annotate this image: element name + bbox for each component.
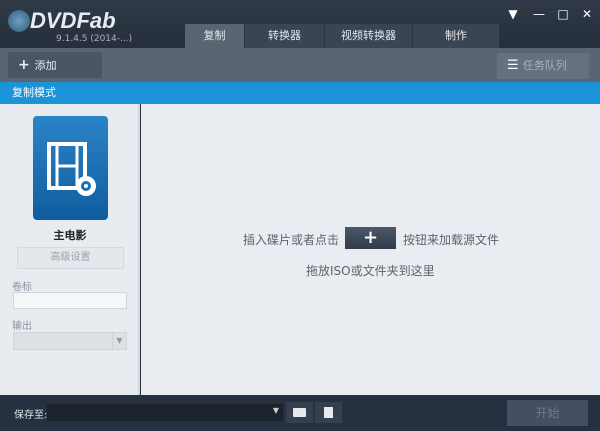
folder-icon: [293, 408, 306, 417]
add-source-button[interactable]: +: [345, 227, 396, 249]
save-path-input[interactable]: ▼: [47, 404, 283, 421]
film-disc-icon: [47, 142, 96, 196]
browse-folder-button[interactable]: [286, 402, 313, 423]
app-version: 9.1.4.5 (2014-...): [56, 34, 133, 44]
output-select[interactable]: ▼: [13, 332, 127, 350]
tab-video-converter[interactable]: 视频转换器: [325, 24, 413, 48]
save-iso-button[interactable]: [315, 402, 342, 423]
volume-input[interactable]: [13, 292, 127, 309]
task-queue-button[interactable]: ☰ 任务队列: [497, 53, 589, 79]
hint-after: 按钮来加载源文件: [403, 233, 500, 247]
tab-creator[interactable]: 制作: [413, 24, 500, 48]
chevron-down-icon: ▼: [112, 333, 126, 349]
mode-bar: 复制模式: [0, 82, 600, 104]
start-button[interactable]: 开始: [507, 400, 588, 426]
save-to-label: 保存至:: [14, 410, 48, 421]
tab-converter[interactable]: 转换器: [245, 24, 325, 48]
chevron-down-icon[interactable]: ▼: [273, 406, 279, 415]
add-label: 添加: [34, 59, 57, 72]
tab-copy[interactable]: 复制: [185, 24, 245, 48]
app-logo-icon: [8, 10, 30, 32]
menu-dropdown-button[interactable]: ▼: [504, 6, 522, 22]
mode-name: 主电影: [53, 229, 87, 242]
close-button[interactable]: ✕: [578, 6, 596, 22]
main-movie-mode-button[interactable]: [33, 116, 108, 220]
app-logo: DVDFab: [30, 8, 116, 33]
plus-icon: +: [18, 57, 35, 73]
drop-area[interactable]: [141, 104, 600, 395]
volume-label: 卷标: [12, 282, 32, 293]
add-button[interactable]: + 添加: [8, 52, 102, 78]
maximize-button[interactable]: □: [554, 6, 572, 22]
output-label: 输出: [12, 321, 32, 332]
hint-drag: 拖放ISO或文件夹到这里: [306, 264, 435, 278]
hint-before: 插入碟片或者点击: [243, 233, 340, 247]
advanced-settings-button[interactable]: 高级设置: [17, 247, 124, 269]
list-icon: ☰: [507, 58, 523, 73]
minimize-button[interactable]: —: [530, 6, 548, 22]
disc-file-icon: [324, 407, 333, 418]
queue-label: 任务队列: [522, 59, 567, 72]
